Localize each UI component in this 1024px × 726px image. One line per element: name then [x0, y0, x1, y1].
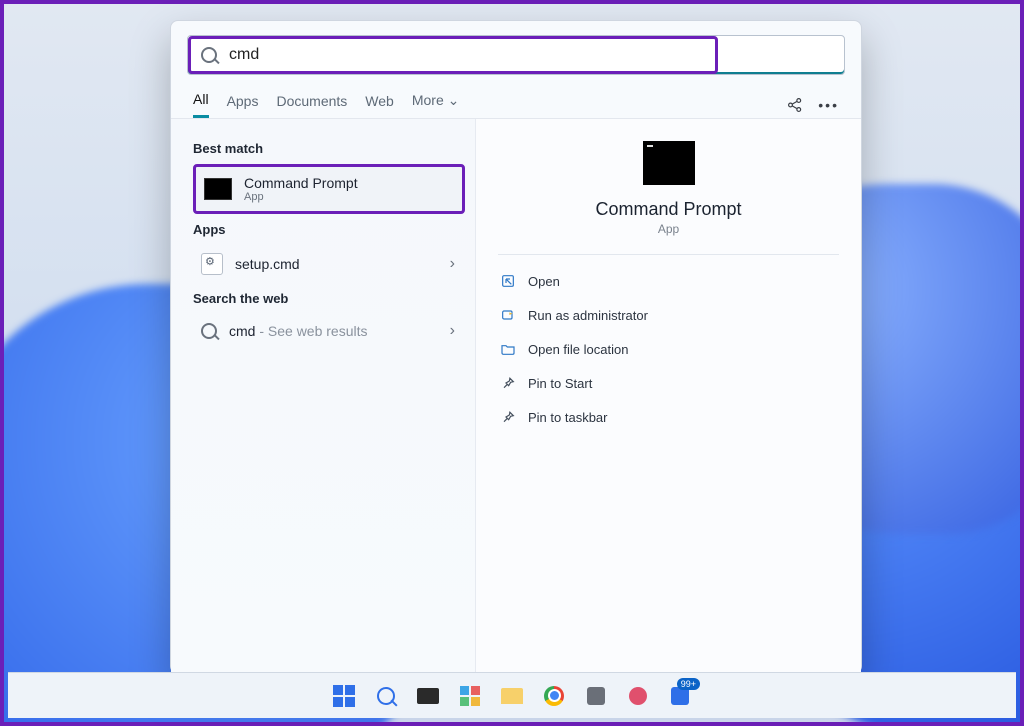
open-icon: [500, 273, 516, 289]
result-title: Command Prompt: [244, 175, 358, 191]
preview-subtitle: App: [658, 222, 679, 236]
preview-title: Command Prompt: [595, 199, 741, 220]
action-label: Pin to taskbar: [528, 410, 608, 425]
folder-icon: [500, 341, 516, 357]
chevron-down-icon: ⌄: [448, 92, 460, 108]
tab-web[interactable]: Web: [365, 93, 394, 117]
result-web-cmd[interactable]: cmd - See web results ›: [193, 314, 465, 348]
search-icon: [201, 47, 217, 63]
taskbar-widgets-button[interactable]: [452, 678, 488, 714]
start-button[interactable]: [326, 678, 362, 714]
action-pin-taskbar[interactable]: Pin to taskbar: [498, 403, 839, 431]
chevron-right-icon: ›: [450, 322, 455, 340]
action-label: Pin to Start: [528, 376, 592, 391]
search-input[interactable]: [225, 39, 705, 71]
taskbar-app-3[interactable]: 99+: [662, 678, 698, 714]
taskbar-app-2[interactable]: [620, 678, 656, 714]
search-bar[interactable]: [187, 35, 845, 75]
command-prompt-icon: [204, 178, 232, 200]
taskbar-taskview-button[interactable]: [410, 678, 446, 714]
share-icon[interactable]: [786, 96, 804, 114]
action-pin-start[interactable]: Pin to Start: [498, 369, 839, 397]
action-open-file-location[interactable]: Open file location: [498, 335, 839, 363]
taskbar-search-button[interactable]: [368, 678, 404, 714]
action-open[interactable]: Open: [498, 267, 839, 295]
action-label: Open file location: [528, 342, 628, 357]
taskbar: 99+: [8, 672, 1016, 718]
taskbar-app-1[interactable]: [578, 678, 614, 714]
search-icon: [201, 323, 217, 339]
chevron-right-icon: ›: [450, 255, 455, 273]
action-label: Open: [528, 274, 560, 289]
result-title: cmd - See web results: [229, 323, 368, 339]
search-results-column: Best match Command Prompt App Apps setup…: [171, 119, 475, 673]
action-run-admin[interactable]: Run as administrator: [498, 301, 839, 329]
tab-documents[interactable]: Documents: [276, 93, 347, 117]
result-subtitle: App: [244, 191, 358, 203]
pin-icon: [500, 375, 516, 391]
tab-apps[interactable]: Apps: [227, 93, 259, 117]
taskbar-chrome-button[interactable]: [536, 678, 572, 714]
section-best-match: Best match: [193, 141, 465, 156]
tab-more[interactable]: More ⌄: [412, 92, 460, 117]
result-preview-pane: Command Prompt App Open Run as administr…: [475, 119, 861, 673]
pin-icon: [500, 409, 516, 425]
result-command-prompt[interactable]: Command Prompt App: [193, 164, 465, 214]
more-options-icon[interactable]: •••: [818, 97, 839, 113]
search-filter-tabs: All Apps Documents Web More ⌄ •••: [171, 81, 861, 119]
result-setup-cmd[interactable]: setup.cmd ›: [193, 245, 465, 283]
admin-icon: [500, 307, 516, 323]
section-search-web: Search the web: [193, 291, 465, 306]
taskbar-explorer-button[interactable]: [494, 678, 530, 714]
action-label: Run as administrator: [528, 308, 648, 323]
section-apps: Apps: [193, 222, 465, 237]
command-prompt-icon: [643, 141, 695, 185]
taskbar-badge: 99+: [677, 678, 700, 690]
file-icon: [201, 253, 223, 275]
result-title: setup.cmd: [235, 256, 300, 272]
tab-more-label: More: [412, 92, 444, 108]
tab-all[interactable]: All: [193, 91, 209, 118]
start-search-panel: All Apps Documents Web More ⌄ ••• Best m…: [170, 20, 862, 674]
